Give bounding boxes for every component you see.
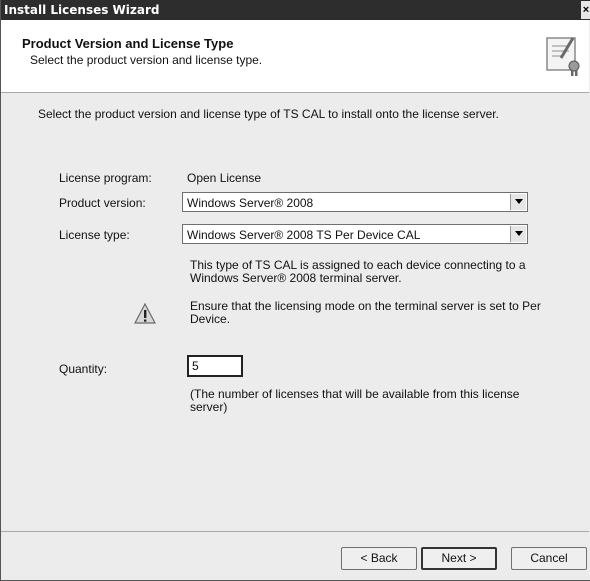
- licensing-mode-warning: Ensure that the licensing mode on the te…: [190, 299, 541, 326]
- license-type-dropdown[interactable]: Windows Server® 2008 TS Per Device CAL: [182, 224, 528, 244]
- chevron-down-icon[interactable]: [510, 226, 526, 242]
- quantity-label: Quantity:: [59, 362, 108, 376]
- title-bar[interactable]: Install Licenses Wizard ×: [1, 0, 590, 20]
- license-certificate-icon: [546, 37, 580, 76]
- product-version-selected: Windows Server® 2008: [187, 196, 314, 210]
- license-type-label: License type:: [59, 228, 130, 242]
- intro-text: Select the product version and license t…: [38, 107, 499, 121]
- wizard-header: Product Version and License Type Select …: [1, 20, 589, 93]
- product-version-label: Product version:: [59, 196, 146, 210]
- license-program-value: Open License: [187, 171, 262, 185]
- quantity-note: (The number of licenses that will be ava…: [190, 387, 520, 414]
- window-title: Install Licenses Wizard: [4, 3, 160, 17]
- license-type-selected: Windows Server® 2008 TS Per Device CAL: [187, 228, 421, 242]
- license-program-label: License program:: [59, 171, 152, 185]
- quantity-input[interactable]: 5: [187, 355, 243, 377]
- footer-divider: [1, 531, 589, 532]
- cancel-button[interactable]: Cancel: [511, 547, 587, 570]
- install-licenses-wizard-window: Install Licenses Wizard × Product Versio…: [0, 0, 590, 581]
- warning-icon: [134, 303, 156, 324]
- page-subtitle: Select the product version and license t…: [30, 53, 263, 67]
- product-version-dropdown[interactable]: Windows Server® 2008: [182, 192, 528, 212]
- back-button[interactable]: < Back: [341, 547, 417, 570]
- license-type-description: This type of TS CAL is assigned to each …: [190, 258, 526, 285]
- page-title: Product Version and License Type: [22, 36, 234, 51]
- close-button[interactable]: ×: [581, 1, 590, 19]
- chevron-down-icon[interactable]: [510, 194, 526, 210]
- next-button[interactable]: Next >: [421, 547, 497, 570]
